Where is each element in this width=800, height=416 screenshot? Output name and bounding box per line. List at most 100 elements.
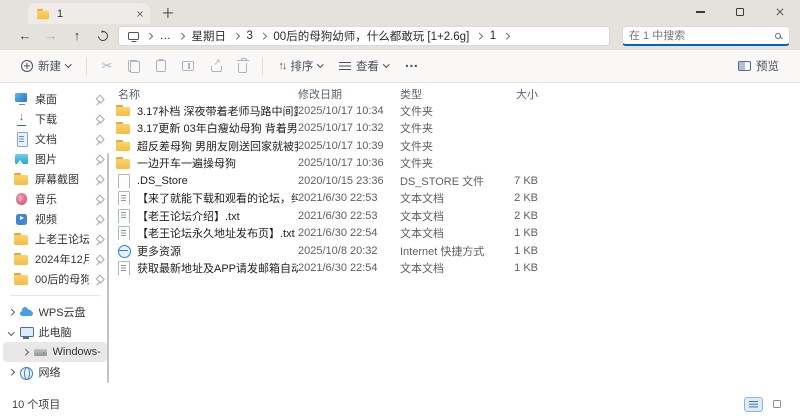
sidebar-item[interactable]: 00后的母狗幼 xyxy=(0,269,110,289)
command-bar: 新建 排序 查看 预览 xyxy=(0,50,800,83)
sidebar-item[interactable]: 下载 xyxy=(0,109,110,129)
file-type: 文本文档 xyxy=(400,190,486,206)
sidebar-item-network[interactable]: 网络 xyxy=(3,362,107,382)
address-bar[interactable]: … 星期日 3 00后的母狗幼师，什么都敢玩 [1+2.6g] 1 xyxy=(118,26,610,46)
nav-up-button[interactable] xyxy=(66,26,88,46)
sidebar-item[interactable]: 上老王论坛当 xyxy=(0,229,110,249)
file-row[interactable]: 【老王论坛介绍】.txt 2021/6/30 22:53 文本文档 2 KB xyxy=(116,207,800,225)
cut-button[interactable] xyxy=(95,54,120,78)
minimize-button[interactable] xyxy=(680,0,720,24)
file-row[interactable]: 一边开车一遍操母狗 2025/10/17 10:36 文件夹 xyxy=(116,155,800,173)
sidebar-item-this-pc[interactable]: 此电脑 xyxy=(3,322,107,342)
text-file-icon xyxy=(116,261,131,275)
search-input[interactable] xyxy=(629,30,775,42)
sidebar-item[interactable]: 桌面 xyxy=(0,89,110,109)
share-icon xyxy=(210,60,222,72)
sidebar-item[interactable]: 文档 xyxy=(0,129,110,149)
pin-icon xyxy=(95,215,104,224)
rename-button[interactable] xyxy=(175,54,201,78)
sidebar-item-wps-cloud[interactable]: WPS云盘 xyxy=(3,302,107,322)
chevron-right-icon[interactable] xyxy=(8,309,14,315)
file-name: 3.17补档 深夜带着老师马路中间露出 xyxy=(137,103,298,119)
file-name: .DS_Store xyxy=(137,175,188,187)
breadcrumb-chevron-icon[interactable] xyxy=(476,33,482,39)
file-name-cell: 超反差母狗 男朋友刚送回家就被我带 xyxy=(116,138,298,154)
delete-button[interactable] xyxy=(231,54,254,78)
file-row[interactable]: 3.17更新 03年白瘦幼母狗 背着男朋友酒店5P 2025/10/17 10:… xyxy=(116,120,800,138)
file-row[interactable]: 获取最新地址及APP请发邮箱自动获取.txt 2021/6/30 22:54 文… xyxy=(116,260,800,278)
breadcrumb-chevron-icon[interactable] xyxy=(146,33,152,39)
new-tab-button[interactable] xyxy=(160,5,176,21)
sidebar: 桌面 下载 文档 图片 屏幕截图 音乐 视频 上老王论坛当 2024年12月, … xyxy=(0,83,110,392)
file-row[interactable]: 3.17补档 深夜带着老师马路中间露出 2025/10/17 10:34 文件夹 xyxy=(116,102,800,120)
file-row[interactable]: 【来了就能下载和观看的论坛，纯免费！】.txt 2021/6/30 22:53 … xyxy=(116,190,800,208)
column-header-size[interactable]: 大小 xyxy=(486,86,538,102)
file-row[interactable]: .DS_Store 2020/10/15 23:36 DS_STORE 文件 7… xyxy=(116,172,800,190)
sidebar-item-windows-ssd[interactable]: Windows-SSD xyxy=(3,342,107,362)
file-date: 2021/6/30 22:54 xyxy=(298,227,400,239)
nav-refresh-button[interactable] xyxy=(92,26,114,46)
file-date: 2025/10/17 10:34 xyxy=(298,105,400,117)
address-row: … 星期日 3 00后的母狗幼师，什么都敢玩 [1+2.6g] 1 xyxy=(0,24,800,50)
file-row[interactable]: 超反差母狗 男朋友刚送回家就被我带 2025/10/17 10:39 文件夹 xyxy=(116,137,800,155)
sidebar-item[interactable]: 音乐 xyxy=(0,189,110,209)
more-button[interactable] xyxy=(397,54,425,78)
breadcrumb-item[interactable]: 3 xyxy=(244,30,256,42)
breadcrumb-item[interactable]: 00后的母狗幼师，什么都敢玩 [1+2.6g] xyxy=(270,28,472,44)
column-header-date[interactable]: 修改日期 xyxy=(298,86,400,102)
text-file-icon xyxy=(116,226,131,240)
nav-forward-button[interactable] xyxy=(40,26,62,46)
new-button-label: 新建 xyxy=(38,58,61,74)
sort-button[interactable]: 排序 xyxy=(271,54,330,78)
file-row[interactable]: 更多资源 2025/10/8 20:32 Internet 快捷方式 1 KB xyxy=(116,242,800,260)
preview-button[interactable]: 预览 xyxy=(731,54,786,78)
column-header-name[interactable]: 名称 xyxy=(116,86,298,102)
music-icon xyxy=(14,192,29,206)
folder-icon xyxy=(14,232,29,246)
nav-back-button[interactable] xyxy=(14,26,36,46)
breadcrumb-chevron-icon[interactable] xyxy=(178,33,184,39)
copy-button[interactable] xyxy=(121,54,147,78)
sidebar-scrollbar[interactable] xyxy=(107,153,110,383)
chevron-right-icon[interactable] xyxy=(8,369,14,375)
pin-icon xyxy=(95,275,104,284)
breadcrumb-item[interactable]: 1 xyxy=(487,30,499,42)
sidebar-item[interactable]: 图片 xyxy=(0,149,110,169)
breadcrumb-chevron-icon[interactable] xyxy=(503,33,509,39)
explorer-tab[interactable]: 1 xyxy=(28,3,150,24)
breadcrumb-chevron-icon[interactable] xyxy=(233,33,239,39)
sort-button-label: 排序 xyxy=(290,58,313,74)
internet-shortcut-icon xyxy=(116,244,131,258)
details-view-icon xyxy=(749,401,758,408)
view-toggle-details[interactable] xyxy=(744,397,763,412)
close-button[interactable] xyxy=(760,0,800,24)
breadcrumb-ellipsis[interactable]: … xyxy=(157,30,175,42)
paste-icon xyxy=(156,60,166,72)
new-button[interactable]: 新建 xyxy=(14,54,78,78)
view-toggle-large-icons[interactable] xyxy=(767,397,786,412)
breadcrumb-item[interactable]: 星期日 xyxy=(189,28,230,44)
tab-close-icon[interactable] xyxy=(137,10,143,16)
preview-button-label: 预览 xyxy=(756,58,779,74)
large-icons-view-icon xyxy=(773,400,781,408)
share-button[interactable] xyxy=(203,54,229,78)
column-header-type[interactable]: 类型 xyxy=(400,86,486,102)
breadcrumb-chevron-icon[interactable] xyxy=(260,33,266,39)
file-date: 2021/6/30 22:53 xyxy=(298,210,400,222)
paste-button[interactable] xyxy=(149,54,173,78)
this-pc-icon[interactable] xyxy=(128,32,139,40)
sidebar-item[interactable]: 视频 xyxy=(0,209,110,229)
chevron-right-icon[interactable] xyxy=(22,349,28,355)
sidebar-item[interactable]: 2024年12月, xyxy=(0,249,110,269)
videos-icon xyxy=(14,212,29,226)
desktop-icon xyxy=(14,92,29,106)
chevron-down-icon[interactable] xyxy=(8,329,14,335)
file-type: DS_STORE 文件 xyxy=(400,173,486,189)
sidebar-item[interactable]: 屏幕截图 xyxy=(0,169,110,189)
maximize-icon xyxy=(736,8,744,16)
maximize-button[interactable] xyxy=(720,0,760,24)
folder-icon xyxy=(37,8,50,20)
view-button[interactable]: 查看 xyxy=(332,54,396,78)
search-box[interactable] xyxy=(622,26,790,46)
file-row[interactable]: 【老王论坛永久地址发布页】.txt 2021/6/30 22:54 文本文档 1… xyxy=(116,225,800,243)
